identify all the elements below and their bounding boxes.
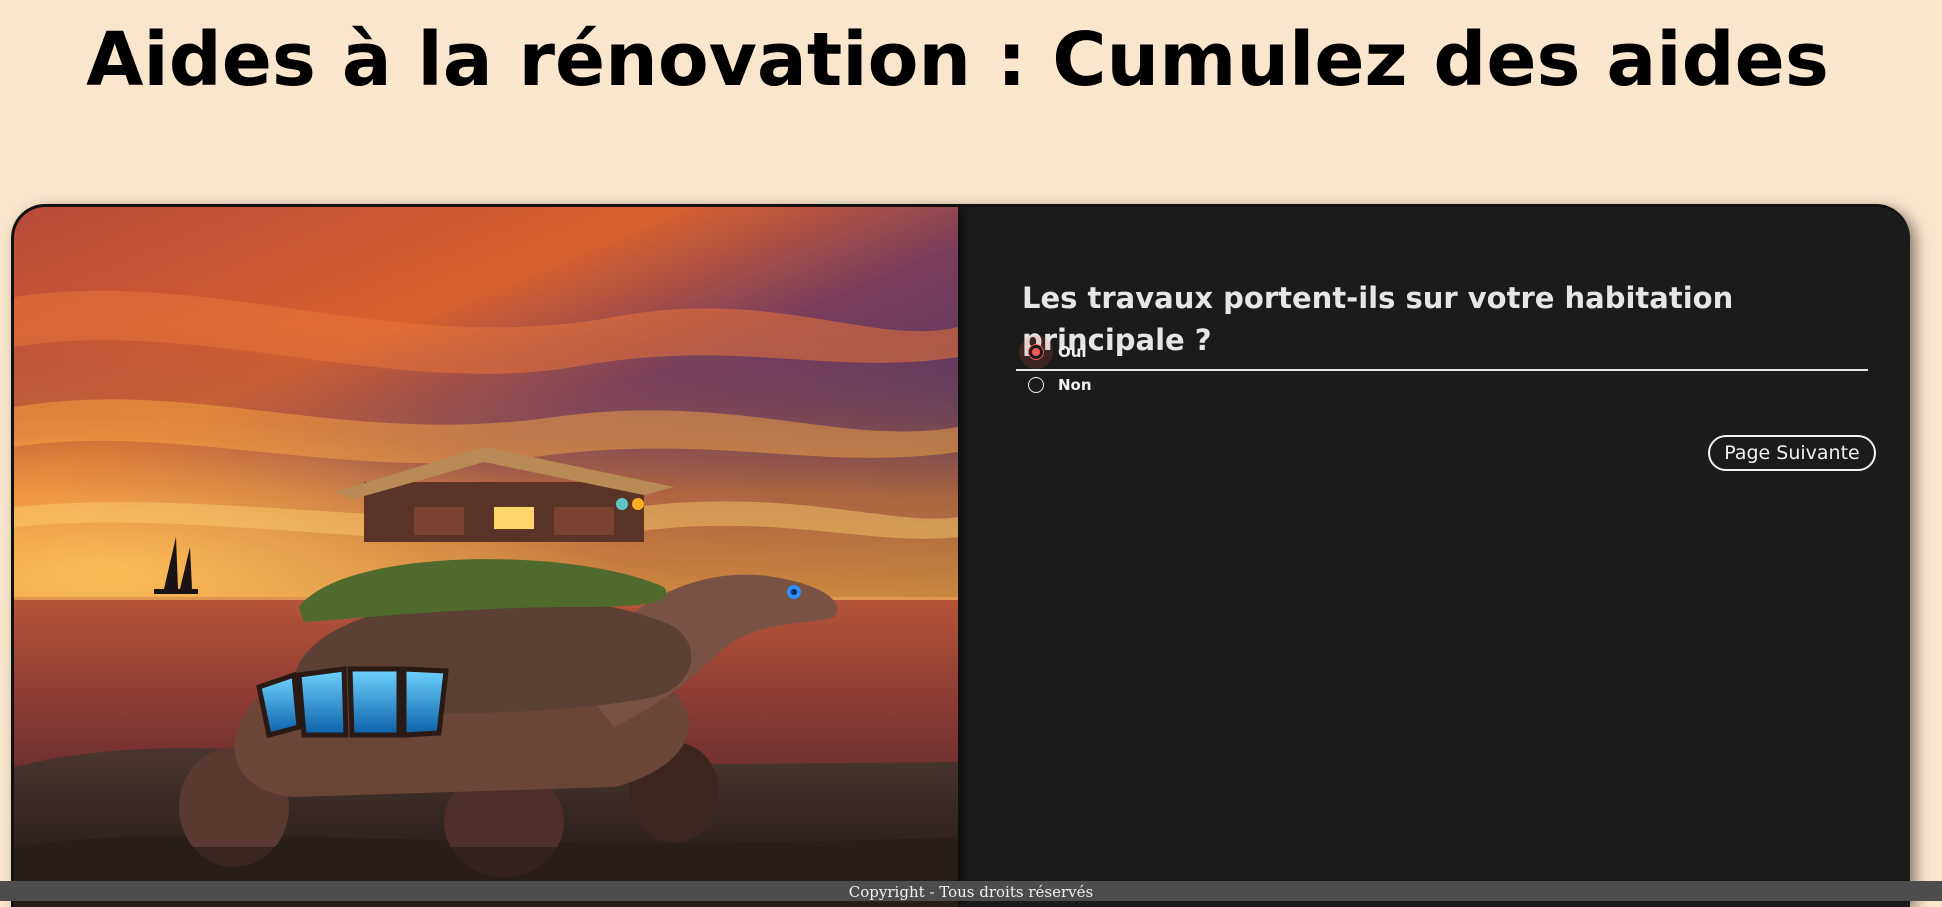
option-oui[interactable]: Oui [1028,343,1087,361]
question-panel: Les travaux portent-ils sur votre habita… [1016,207,1876,907]
radio-oui[interactable] [1028,344,1044,360]
radio-non[interactable] [1028,377,1044,393]
option-non[interactable]: Non [1028,376,1092,394]
footer-copyright: Copyright - Tous droits réservés [0,881,1942,901]
next-page-button[interactable]: Page Suivante [1708,435,1876,471]
hero-image [14,207,958,907]
form-card: Les travaux portent-ils sur votre habita… [11,204,1910,907]
option-non-label: Non [1058,376,1092,394]
option-oui-label: Oui [1058,343,1087,361]
page-title: Aides à la rénovation : Cumulez des aide… [86,17,1829,103]
question-heading: Les travaux portent-ils sur votre habita… [1016,277,1868,371]
